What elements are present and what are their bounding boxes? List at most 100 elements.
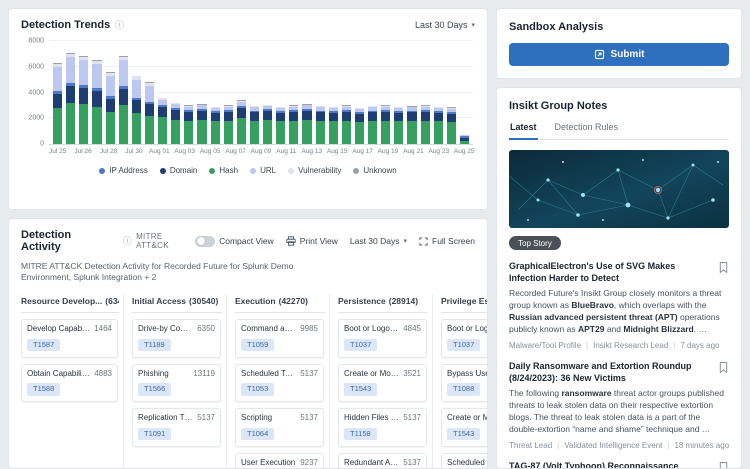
- domain-segment: [421, 112, 430, 121]
- full-screen-button[interactable]: Full Screen: [419, 236, 475, 246]
- technique-card[interactable]: Bypass User Accou...3521T1088: [441, 364, 487, 403]
- technique-row: Hidden Files and Dir...5137: [344, 413, 421, 423]
- meta-part: Insikt Research Lead: [593, 341, 668, 350]
- technique-card[interactable]: Boot or Logon Initiali...4845T1037: [441, 319, 487, 358]
- print-view-button[interactable]: Print View: [286, 236, 338, 246]
- technique-row: Develop Capabilities1464: [27, 324, 112, 334]
- activity-subtitle: MITRE ATT&CK Detection Activity for Reco…: [21, 261, 321, 284]
- x-axis-labels: Jul 25Jul 26Jul 28Jul 30Aug 01Aug 03Aug …: [45, 148, 477, 155]
- domain-segment: [132, 100, 141, 113]
- note-title[interactable]: GraphicalElectron's Use of SVG Makes Inf…: [509, 261, 710, 284]
- technique-count: 5137: [300, 369, 318, 379]
- hash-segment: [355, 122, 364, 144]
- detection-activity-card: Detection Activity ⓘ MITRE ATT&CK Compac…: [8, 218, 488, 469]
- technique-card[interactable]: Drive-by Compromise6350T1189: [132, 319, 221, 358]
- stacked-bar: [421, 41, 430, 144]
- technique-count: 3521: [403, 369, 421, 379]
- legend-item-hash[interactable]: Hash: [209, 166, 238, 175]
- technique-card[interactable]: Command and Script...9985T1059: [235, 319, 324, 358]
- technique-card[interactable]: Replication Through ...5137T1091: [132, 408, 221, 447]
- stacked-bar: [460, 41, 469, 144]
- stacked-bar: [263, 41, 272, 144]
- tab-latest[interactable]: Latest: [509, 122, 538, 140]
- matrix-column-initial-access: Initial Access(30540)Drive-by Compromise…: [124, 294, 227, 468]
- technique-card[interactable]: Scheduled Task/Job5137T1053: [441, 453, 487, 468]
- note-title[interactable]: TAG-87 (Volt Typhoon) Reconnaissance Act…: [509, 461, 710, 468]
- trends-range-select[interactable]: Last 30 Days ▾: [415, 20, 475, 30]
- left-column: Detection Trends ⓘ Last 30 Days ▾ 020004…: [8, 8, 488, 469]
- url-dot: [250, 168, 256, 174]
- technique-row: Obtain Capabilities4883: [27, 369, 112, 379]
- hash-segment: [106, 112, 115, 144]
- legend-item-unknown[interactable]: Unknown: [353, 166, 396, 175]
- compact-view-toggle[interactable]: Compact View: [195, 236, 274, 247]
- technique-row: Create or Modify Sys...3521: [344, 369, 421, 379]
- legend-item-url[interactable]: URL: [250, 166, 276, 175]
- toggle-switch-icon[interactable]: [195, 236, 215, 247]
- x-tick-label: Aug 15: [324, 148, 349, 155]
- domain-segment: [53, 94, 62, 108]
- legend-label: Unknown: [363, 166, 396, 175]
- hash-segment: [145, 116, 154, 144]
- activity-range-select[interactable]: Last 30 Days ▾: [350, 236, 407, 246]
- legend-item-domain[interactable]: Domain: [160, 166, 198, 175]
- hash-segment: [434, 121, 443, 144]
- x-tick-label: Aug 03: [172, 148, 197, 155]
- hash-segment: [53, 108, 62, 144]
- technique-card[interactable]: Create or Modify Sy...3521T1543: [441, 408, 487, 447]
- url-segment: [106, 76, 115, 97]
- x-tick-label: Aug 19: [375, 148, 400, 155]
- meta-separator: |: [557, 441, 559, 450]
- legend-item-ip-address[interactable]: IP Address: [99, 166, 148, 175]
- column-title: Persistence: [338, 296, 386, 306]
- technique-row: Drive-by Compromise6350: [138, 324, 215, 334]
- note-item: TAG-87 (Volt Typhoon) Reconnaissance Act…: [509, 461, 729, 468]
- technique-card[interactable]: Create or Modify Sys...3521T1543: [338, 364, 427, 403]
- trends-range-label: Last 30 Days: [415, 20, 468, 30]
- technique-name: Bypass User Accou...: [447, 369, 487, 379]
- hash-segment: [302, 120, 311, 144]
- technique-card[interactable]: Redundant Access5137T1108: [338, 453, 427, 468]
- stacked-bar: [302, 41, 311, 144]
- stacked-bar: [316, 41, 325, 144]
- legend-label: Vulnerability: [298, 166, 341, 175]
- legend-label: IP Address: [109, 166, 148, 175]
- note-title[interactable]: Daily Ransomware and Extortion Roundup (…: [509, 361, 710, 384]
- legend-item-vulnerability[interactable]: Vulnerability: [288, 166, 341, 175]
- x-tick-label: Jul 28: [96, 148, 121, 155]
- technique-card[interactable]: User Execution9237T1204: [235, 453, 324, 468]
- note-meta: Threat Lead|Validated Intelligence Event…: [509, 441, 729, 450]
- bookmark-icon[interactable]: [718, 261, 729, 284]
- technique-card[interactable]: Obtain Capabilities4883T1588: [21, 364, 118, 403]
- url-segment: [119, 60, 128, 86]
- bookmark-icon[interactable]: [718, 361, 729, 384]
- technique-row: Phishing13119: [138, 369, 215, 379]
- domain-segment: [66, 86, 75, 103]
- domain-segment: [342, 112, 351, 121]
- technique-name: Create or Modify Sy...: [447, 413, 487, 423]
- hash-segment: [381, 121, 390, 144]
- top-story-image[interactable]: [509, 150, 729, 228]
- technique-card[interactable]: Scripting5137T1064: [235, 408, 324, 447]
- technique-card[interactable]: Scheduled Task/Job5137T1053: [235, 364, 324, 403]
- technique-card[interactable]: Phishing13119T1566: [132, 364, 221, 403]
- technique-count: 9985: [300, 324, 318, 334]
- matrix-column-header: Resource Develop...(6347): [21, 294, 119, 313]
- domain-segment: [434, 113, 443, 122]
- info-icon[interactable]: ⓘ: [115, 21, 124, 30]
- column-count: (6347): [105, 296, 119, 306]
- stacked-bar: [119, 41, 128, 144]
- submit-button[interactable]: Submit: [509, 43, 729, 66]
- technique-id-chip: T1053: [241, 383, 274, 396]
- matrix-column-header: Privilege Escalat...: [441, 294, 487, 313]
- tab-detection-rules[interactable]: Detection Rules: [554, 122, 620, 139]
- technique-card[interactable]: Boot or Logon Initiali...4845T1037: [338, 319, 427, 358]
- domain-segment: [106, 99, 115, 112]
- stacked-bar: [66, 41, 75, 144]
- bookmark-icon[interactable]: [718, 461, 729, 468]
- technique-row: Scheduled Task/Job5137: [447, 458, 487, 468]
- technique-card[interactable]: Hidden Files and Dir...5137T1158: [338, 408, 427, 447]
- stacked-bar: [394, 41, 403, 144]
- technique-card[interactable]: Develop Capabilities1464T1587: [21, 319, 118, 358]
- hash-segment: [329, 121, 338, 144]
